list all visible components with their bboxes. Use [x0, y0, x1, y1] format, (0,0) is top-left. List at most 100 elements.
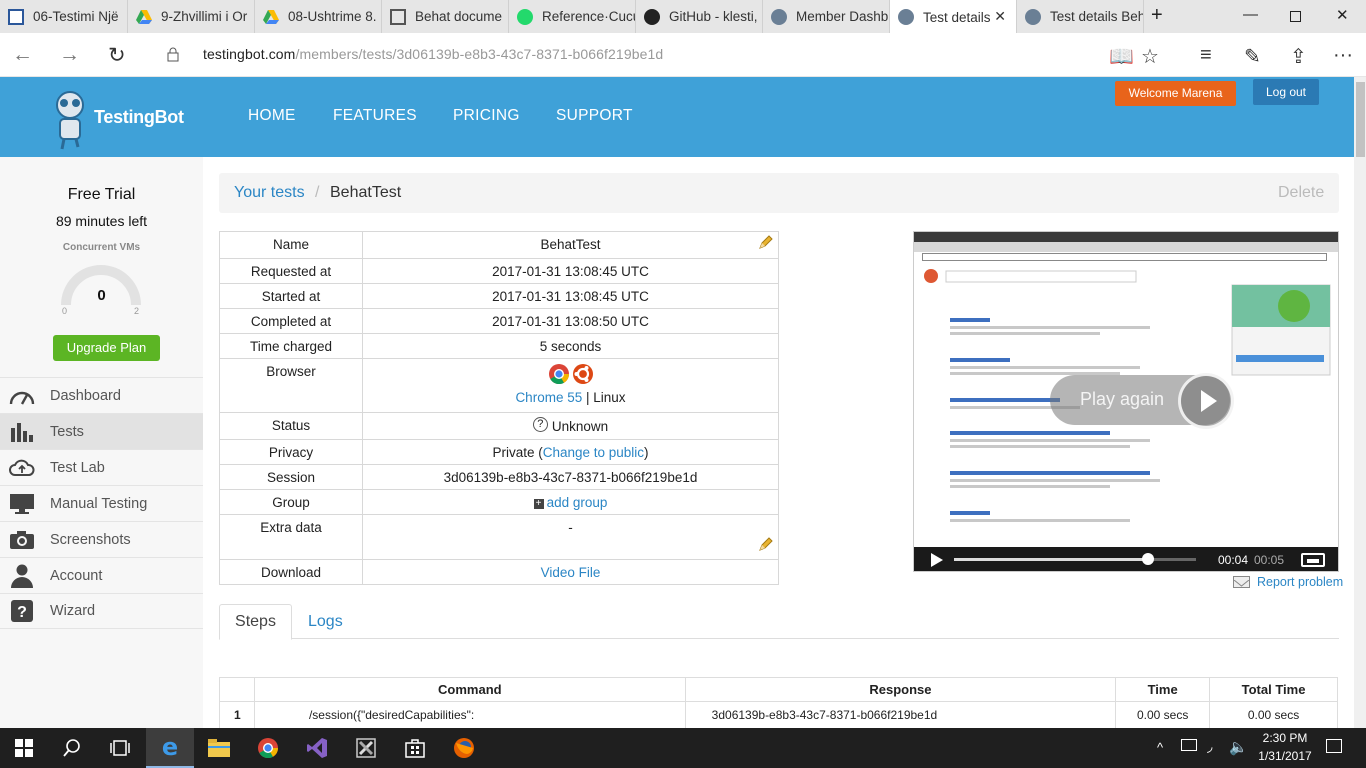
edit-pencil-icon[interactable] — [758, 536, 774, 555]
sidebar-item-tests[interactable]: Tests — [0, 413, 203, 449]
plus-icon: + — [533, 499, 544, 509]
gauge-min: 0 — [62, 306, 68, 316]
sidebar-item-manual-testing[interactable]: Manual Testing — [0, 485, 203, 521]
robot-logo-icon[interactable] — [52, 85, 92, 151]
browser-tab[interactable]: Reference·Cucu — [509, 0, 636, 33]
change-to-public-link[interactable]: Change to public — [543, 445, 644, 460]
fullscreen-icon[interactable] — [1301, 553, 1325, 567]
page-scrollbar[interactable] — [1354, 77, 1366, 728]
browser-tab[interactable]: 06-Testimi Një — [0, 0, 128, 33]
session-id: 3d06139b-e8b3-43c7-8371-b066f219be1d — [362, 464, 779, 490]
table-row[interactable]: 1 /session({"desiredCapabilities": 3d061… — [219, 701, 1338, 732]
notifications-icon[interactable] — [1326, 739, 1342, 753]
task-view-icon[interactable] — [96, 728, 144, 768]
row-completed: Completed at 2017-01-31 13:08:50 UTC — [219, 308, 779, 334]
refresh-icon[interactable]: ↻ — [108, 43, 126, 68]
browser-tab[interactable]: Behat docume — [382, 0, 509, 33]
forward-icon[interactable]: → — [59, 43, 80, 67]
browser-tab[interactable]: GitHub - klesti, — [636, 0, 763, 33]
chrome-taskbar-icon[interactable] — [244, 728, 292, 768]
clock-time[interactable]: 2:30 PM — [1250, 731, 1320, 745]
started-at: 2017-01-31 13:08:45 UTC — [362, 283, 779, 309]
minimize-icon[interactable]: — — [1243, 6, 1258, 23]
scrollbar-thumb[interactable] — [1356, 82, 1365, 157]
logout-button[interactable]: Log out — [1253, 79, 1319, 105]
browser-tab[interactable]: Member Dashb — [763, 0, 890, 33]
sidebar-item-wizard[interactable]: ? Wizard — [0, 593, 203, 629]
firefox-icon[interactable] — [440, 728, 488, 768]
testingbot-icon — [898, 9, 914, 25]
nav-support[interactable]: SUPPORT — [556, 107, 633, 125]
breadcrumb-current: BehatTest — [330, 184, 402, 201]
hub-icon[interactable]: ≡ — [1200, 44, 1212, 67]
browser-version-link[interactable]: Chrome 55 — [515, 390, 582, 405]
more-icon[interactable]: ··· — [1333, 44, 1353, 67]
step-command: /session({"desiredCapabilities": — [253, 701, 686, 732]
volume-icon[interactable]: 🔈 — [1229, 738, 1248, 756]
question-icon: ? — [9, 600, 35, 622]
browser-tab[interactable]: Test details Beh — [1017, 0, 1144, 33]
clock-date[interactable]: 1/31/2017 — [1250, 749, 1320, 763]
vm-gauge-value: 0 — [97, 287, 106, 304]
edge-icon[interactable]: e — [146, 728, 194, 768]
nav-home[interactable]: HOME — [248, 107, 296, 125]
add-group-link[interactable]: add group — [547, 495, 608, 510]
extra-data-value: - — [568, 520, 573, 535]
sidebar-item-dashboard[interactable]: Dashboard — [0, 377, 203, 413]
wifi-icon[interactable]: ◞ — [1207, 738, 1212, 755]
search-icon[interactable] — [48, 728, 96, 768]
delete-button[interactable]: Delete — [1278, 184, 1324, 202]
chrome-icon — [548, 363, 570, 386]
favorite-star-icon[interactable]: ☆ — [1141, 44, 1159, 69]
browser-tab[interactable]: 08-Ushtrime 8. — [255, 0, 382, 33]
battery-icon[interactable] — [1181, 739, 1197, 751]
mail-icon — [1233, 576, 1250, 588]
play-icon[interactable] — [930, 552, 944, 571]
new-tab-icon[interactable]: + — [1151, 4, 1163, 27]
show-hidden-icons-icon[interactable]: ^ — [1157, 740, 1163, 755]
sidebar-item-test-lab[interactable]: Test Lab — [0, 449, 203, 485]
report-problem-link[interactable]: Report problem — [1257, 575, 1343, 589]
browser-tab-active[interactable]: Test details ✕ — [890, 0, 1017, 34]
store-icon[interactable] — [391, 728, 439, 768]
sidebar-item-screenshots[interactable]: Screenshots — [0, 521, 203, 557]
welcome-button[interactable]: Welcome Marena — [1115, 81, 1236, 106]
close-window-icon[interactable]: ✕ — [1336, 6, 1349, 24]
steps-logs-tabs: Steps Logs — [219, 604, 1339, 640]
play-again-icon[interactable] — [1178, 373, 1234, 429]
row-name: Name BehatTest — [219, 231, 779, 259]
steps-table: Command Response Time Total Time 1 /sess… — [219, 677, 1338, 732]
behat-doc-icon — [390, 8, 406, 25]
url-field[interactable]: testingbot.com/members/tests/3d06139b-e8… — [203, 46, 663, 62]
tab-steps[interactable]: Steps — [219, 604, 292, 640]
sidebar-item-account[interactable]: Account — [0, 557, 203, 593]
upgrade-plan-button[interactable]: Upgrade Plan — [53, 335, 160, 361]
video-seek-handle[interactable] — [1141, 553, 1154, 565]
svg-text:?: ? — [17, 604, 27, 621]
browser-tab[interactable]: 9-Zhvillimi i Or — [128, 0, 255, 33]
visual-studio-icon[interactable] — [293, 728, 341, 768]
back-icon[interactable]: ← — [12, 43, 33, 67]
share-icon[interactable]: ⇪ — [1290, 44, 1307, 69]
file-explorer-icon[interactable] — [195, 728, 243, 768]
maximize-icon[interactable] — [1290, 11, 1301, 22]
breadcrumb: Your tests / BehatTest Delete — [219, 173, 1339, 213]
close-tab-icon[interactable]: ✕ — [994, 8, 1006, 25]
tab-logs[interactable]: Logs — [308, 613, 343, 631]
windows-start-icon[interactable] — [0, 728, 48, 768]
video-player[interactable]: Play again 00:04 00:05 — [913, 231, 1339, 572]
row-privacy: Privacy Private (Change to public) — [219, 439, 779, 465]
web-note-icon[interactable]: ✎ — [1244, 44, 1261, 69]
video-progress-track[interactable] — [954, 553, 1196, 565]
logo-text[interactable]: TestingBot — [94, 107, 184, 128]
play-again-label[interactable]: Play again — [1080, 389, 1164, 410]
row-browser: Browser Chrome 55 | Linux — [219, 358, 779, 413]
video-file-link[interactable]: Video File — [541, 565, 601, 580]
reading-view-icon[interactable]: 📖 — [1109, 44, 1134, 69]
row-started: Started at 2017-01-31 13:08:45 UTC — [219, 283, 779, 309]
breadcrumb-your-tests[interactable]: Your tests — [234, 184, 305, 202]
tools-icon[interactable] — [342, 728, 390, 768]
nav-pricing[interactable]: PRICING — [453, 107, 520, 125]
nav-features[interactable]: FEATURES — [333, 107, 417, 125]
edit-pencil-icon[interactable] — [758, 234, 774, 253]
